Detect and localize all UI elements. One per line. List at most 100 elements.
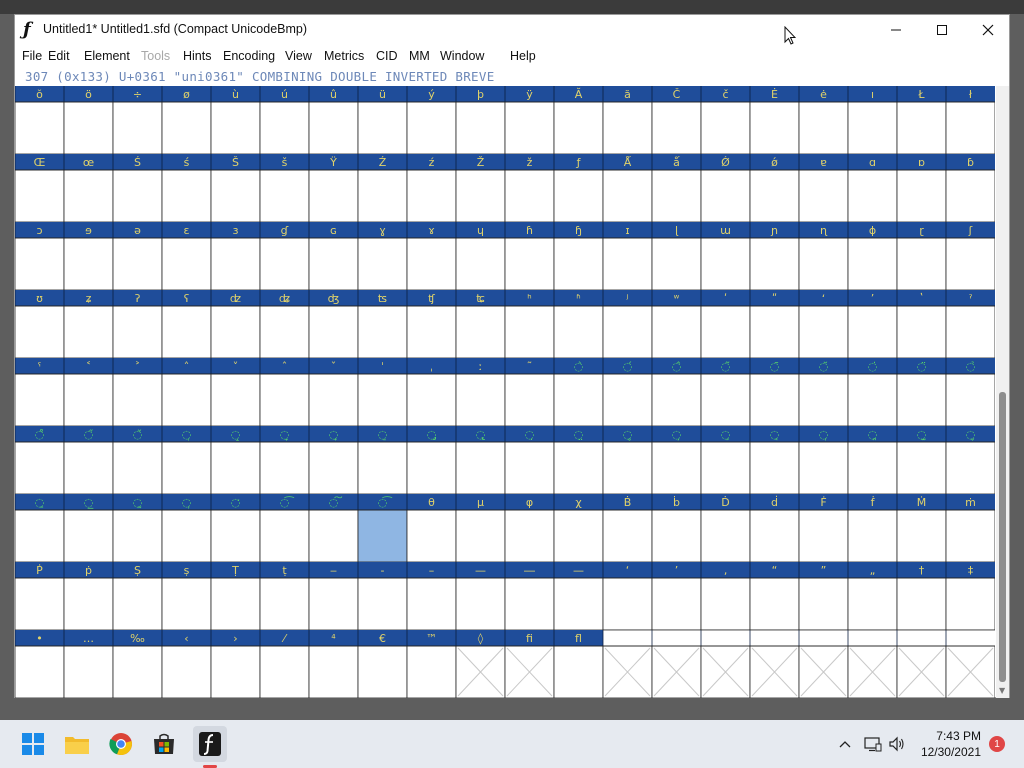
glyph-cell[interactable] — [504, 509, 555, 563]
glyph-cell[interactable] — [749, 509, 800, 563]
glyph-cell[interactable] — [455, 509, 506, 563]
glyph-cell[interactable] — [455, 441, 506, 495]
glyph-cell[interactable] — [112, 441, 163, 495]
glyph-cell[interactable] — [896, 373, 947, 427]
glyph-cell[interactable] — [161, 101, 212, 155]
glyph-cell[interactable] — [798, 441, 849, 495]
glyph-cell[interactable] — [798, 373, 849, 427]
glyph-cell[interactable] — [749, 169, 800, 223]
glyph-cell[interactable] — [896, 169, 947, 223]
glyph-cell[interactable] — [63, 509, 114, 563]
chrome-button[interactable] — [105, 728, 137, 760]
glyph-cell[interactable] — [357, 645, 408, 698]
microsoft-store-button[interactable] — [148, 728, 180, 760]
glyph-cell[interactable] — [308, 645, 359, 698]
glyph-cell[interactable] — [504, 577, 555, 631]
glyph-cell[interactable] — [15, 645, 65, 698]
glyph-cell[interactable] — [406, 509, 457, 563]
glyph-cell[interactable] — [406, 373, 457, 427]
glyph-cell[interactable] — [15, 101, 65, 155]
glyph-cell[interactable] — [161, 305, 212, 359]
glyph-cell[interactable] — [259, 101, 310, 155]
glyph-cell[interactable] — [651, 441, 702, 495]
glyph-cell[interactable] — [455, 577, 506, 631]
glyph-cell[interactable] — [308, 577, 359, 631]
glyph-cell[interactable] — [847, 509, 898, 563]
glyph-cell[interactable] — [651, 305, 702, 359]
glyph-cell[interactable] — [112, 645, 163, 698]
menu-metrics[interactable]: Metrics — [324, 49, 364, 63]
glyph-cell[interactable] — [308, 305, 359, 359]
glyph-cell[interactable] — [602, 373, 653, 427]
glyph-cell[interactable] — [63, 373, 114, 427]
glyph-cell[interactable] — [651, 169, 702, 223]
glyph-cell[interactable] — [308, 169, 359, 223]
menu-element[interactable]: Element — [84, 49, 130, 63]
scroll-down-arrow-icon[interactable]: ▼ — [999, 686, 1005, 695]
glyph-cell[interactable] — [15, 441, 65, 495]
glyph-cell[interactable] — [749, 237, 800, 291]
glyph-cell[interactable] — [847, 441, 898, 495]
glyph-cell[interactable] — [15, 509, 65, 563]
glyph-cell[interactable] — [504, 169, 555, 223]
glyph-cell[interactable] — [63, 101, 114, 155]
glyph-cell[interactable] — [847, 169, 898, 223]
glyph-cell[interactable] — [847, 373, 898, 427]
glyph-cell[interactable] — [112, 577, 163, 631]
menu-help[interactable]: Help — [510, 49, 536, 63]
glyph-cell[interactable] — [357, 441, 408, 495]
glyph-cell[interactable] — [161, 509, 212, 563]
glyph-cell[interactable] — [210, 237, 261, 291]
clock-time[interactable]: 7:43 PM — [931, 729, 981, 743]
glyph-cell[interactable] — [749, 101, 800, 155]
glyph-cell[interactable] — [553, 441, 604, 495]
glyph-cell[interactable] — [651, 237, 702, 291]
glyph-cell[interactable] — [357, 373, 408, 427]
notification-badge[interactable]: 1 — [989, 736, 1005, 752]
glyph-cell[interactable] — [357, 577, 408, 631]
glyph-cell[interactable] — [112, 373, 163, 427]
glyph-cell[interactable] — [308, 373, 359, 427]
glyph-cell[interactable] — [308, 237, 359, 291]
glyph-cell[interactable] — [455, 237, 506, 291]
glyph-cell[interactable] — [553, 509, 604, 563]
glyph-cell[interactable] — [455, 305, 506, 359]
glyph-cell[interactable] — [259, 373, 310, 427]
menu-view[interactable]: View — [285, 49, 312, 63]
file-explorer-button[interactable] — [61, 728, 93, 760]
maximize-button[interactable] — [919, 15, 965, 45]
network-button[interactable] — [864, 720, 882, 768]
glyph-cell[interactable] — [161, 577, 212, 631]
glyph-cell[interactable] — [847, 577, 898, 631]
glyph-cell[interactable] — [651, 373, 702, 427]
glyph-cell[interactable] — [700, 441, 751, 495]
glyph-cell[interactable] — [406, 169, 457, 223]
glyph-cell[interactable] — [896, 237, 947, 291]
menu-encoding[interactable]: Encoding — [223, 49, 275, 63]
glyph-cell[interactable] — [308, 101, 359, 155]
glyph-cell[interactable] — [602, 509, 653, 563]
volume-button[interactable] — [888, 720, 906, 768]
glyph-cell[interactable] — [406, 237, 457, 291]
menu-edit[interactable]: Edit — [48, 49, 70, 63]
glyph-cell[interactable] — [945, 373, 995, 427]
glyph-cell[interactable] — [651, 101, 702, 155]
glyph-cell[interactable] — [15, 577, 65, 631]
glyph-cell[interactable] — [749, 577, 800, 631]
glyph-cell[interactable] — [112, 305, 163, 359]
glyph-cell[interactable] — [945, 577, 995, 631]
glyph-cell[interactable] — [210, 169, 261, 223]
glyph-cell[interactable] — [504, 305, 555, 359]
glyph-cell[interactable] — [161, 169, 212, 223]
glyph-cell[interactable] — [896, 101, 947, 155]
glyph-cell[interactable] — [63, 237, 114, 291]
glyph-cell[interactable] — [259, 169, 310, 223]
glyph-cell[interactable] — [700, 237, 751, 291]
glyph-cell[interactable] — [798, 237, 849, 291]
glyph-cell[interactable] — [798, 577, 849, 631]
glyph-cell[interactable] — [504, 237, 555, 291]
glyph-cell[interactable] — [504, 373, 555, 427]
glyph-cell[interactable] — [406, 577, 457, 631]
glyph-cell[interactable] — [308, 441, 359, 495]
glyph-cell[interactable] — [210, 373, 261, 427]
